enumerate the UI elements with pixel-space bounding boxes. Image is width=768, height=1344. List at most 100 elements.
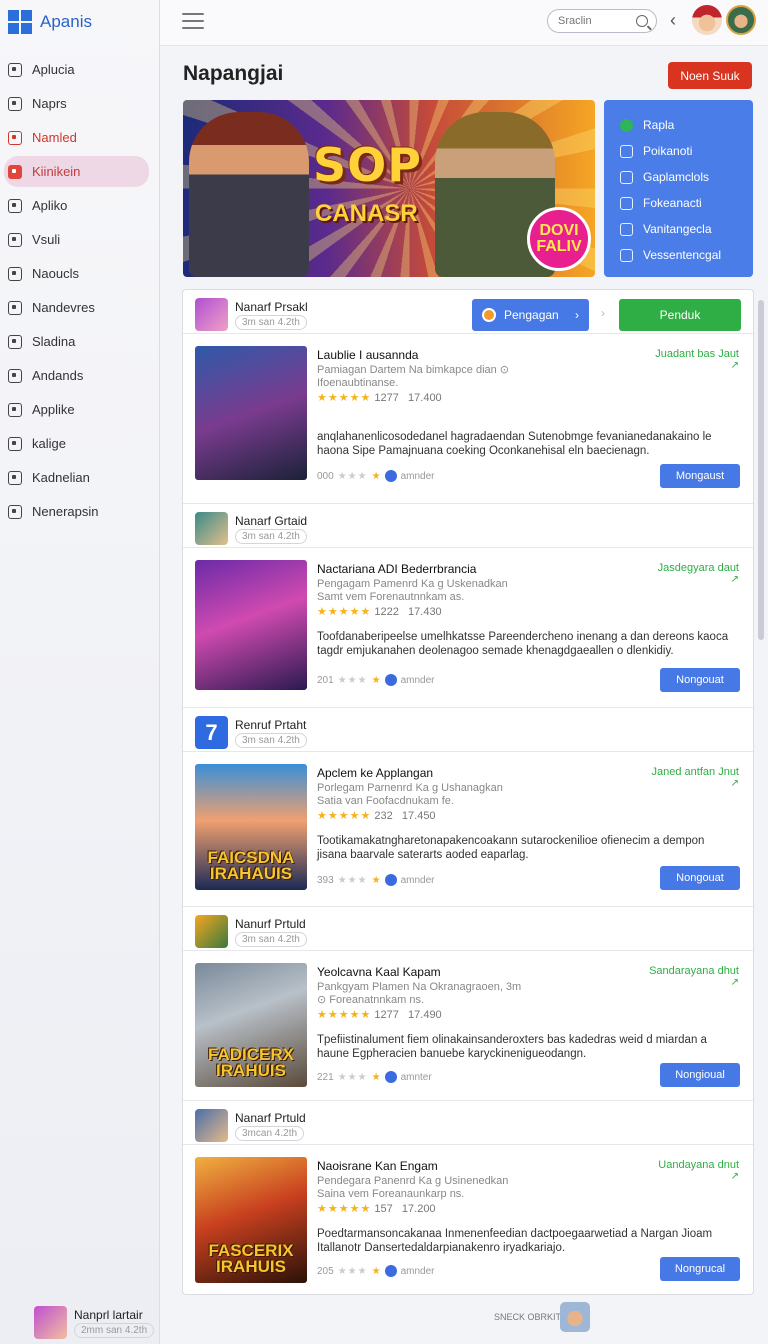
sidebar-item[interactable]: Aplucia xyxy=(4,54,149,85)
filter-label: Vanitangecla xyxy=(643,222,712,236)
group-meta: 3m san 4.2th xyxy=(235,733,307,748)
game-thumbnail[interactable] xyxy=(195,560,307,690)
group-meta: 3m san 4.2th xyxy=(235,932,307,947)
filter-item[interactable]: Gaplamclols xyxy=(620,164,753,190)
chevron-right-icon: › xyxy=(601,306,605,320)
card-action-button[interactable]: Nongouat xyxy=(660,668,740,692)
filter-item[interactable]: Fokeanacti xyxy=(620,190,753,216)
card-subtitle: Porlegam Parnenrd Ka g Ushanagkan Satia … xyxy=(317,782,503,807)
sidebar-item[interactable]: Naoucls xyxy=(4,258,149,289)
user-avatar[interactable] xyxy=(726,5,756,35)
search-icon[interactable] xyxy=(636,15,648,27)
game-thumbnail[interactable]: FASCERIX IRAHUIS xyxy=(195,1157,307,1283)
thumbnail-caption: FADICERX IRAHUIS xyxy=(208,1045,294,1080)
group-avatar[interactable] xyxy=(195,298,228,331)
sidebar-item[interactable]: Apliko xyxy=(4,190,149,221)
brand[interactable]: Apanis xyxy=(0,0,159,44)
star-rating-icon: ★★★★★ xyxy=(317,1009,372,1021)
sidebar-item[interactable]: Nandevres xyxy=(4,292,149,323)
hero-subtitle: CANASR xyxy=(315,200,418,227)
game-thumbnail[interactable]: FADICERX IRAHUIS xyxy=(195,963,307,1087)
sidebar-item[interactable]: Kadnelian xyxy=(4,462,149,493)
group-header: 7 Renruf Prtaht 3m san 4.2th xyxy=(183,708,753,752)
scrollbar[interactable] xyxy=(758,300,764,640)
hero-banner[interactable]: SOP CANASR DOVI FALIV xyxy=(183,100,595,277)
menu-icon[interactable] xyxy=(182,13,204,29)
group-avatar[interactable] xyxy=(195,915,228,948)
game-card[interactable]: Laublie I ausannda Pamiagan Dartem Na bi… xyxy=(183,334,753,504)
sidebar-item[interactable]: Naprs xyxy=(4,88,149,119)
filter-item[interactable]: Poikanoti xyxy=(620,138,753,164)
card-rating: ★★★★★ 232 17.450 xyxy=(317,810,436,822)
sidebar-item-icon xyxy=(8,266,22,281)
card-action-button[interactable]: Nongrucal xyxy=(660,1257,740,1281)
group-name: Nanarf Prsakl xyxy=(235,300,308,314)
card-status: Jasdegyara daut ↗ xyxy=(657,562,739,585)
sidebar-item-icon xyxy=(8,402,22,417)
sidebar-item-icon xyxy=(8,232,22,247)
card-action-button[interactable]: Nongioual xyxy=(660,1063,740,1087)
main-content: Napangjai Noen Suuk SOP CANASR DOVI FALI… xyxy=(160,46,768,1344)
filter-item[interactable]: Vanitangecla xyxy=(620,216,753,242)
primary-button[interactable]: Penduk xyxy=(619,299,741,331)
group-avatar[interactable] xyxy=(34,1306,67,1339)
card-title: Naoisrane Kan Engam xyxy=(317,1159,438,1173)
top-bar: ‹ xyxy=(160,0,768,46)
card-footer: 393 ★★★ ★ amnder xyxy=(317,874,435,886)
card-subtitle: Pendegara Panenrd Ka g Usinenedkan Saina… xyxy=(317,1175,509,1200)
card-footer: 205 ★★★ ★ amnder xyxy=(317,1265,435,1277)
search-box[interactable] xyxy=(547,9,657,33)
game-card[interactable]: Nactariana ADI Bederrbrancia Pengagam Pa… xyxy=(183,548,753,708)
sidebar-item[interactable]: Andands xyxy=(4,360,149,391)
card-status: Sandarayana dhut ↗ xyxy=(649,965,739,988)
game-card[interactable]: FAICSDNA IRAHAUIS Apclem ke Applangan Po… xyxy=(183,752,753,907)
group-avatar[interactable] xyxy=(195,1109,228,1142)
hero-badge: DOVI FALIV xyxy=(527,207,591,271)
filter-item[interactable]: Vessentencgal xyxy=(620,242,753,268)
card-subtitle: Pengagam Pamenrd Ka g Uskenadkan Samt ve… xyxy=(317,578,508,603)
sidebar-item-icon xyxy=(8,198,22,213)
page-title: Napangjai xyxy=(183,62,284,85)
sidebar-item-label: Sladina xyxy=(32,334,76,349)
sidebar-item-label: Nenerapsin xyxy=(32,504,99,519)
sidebar-item-icon xyxy=(8,164,22,179)
filter-item[interactable]: Rapla xyxy=(620,112,753,138)
avatar[interactable] xyxy=(692,5,722,35)
secondary-button[interactable]: Pengagan › xyxy=(472,299,589,331)
sidebar-item[interactable]: Nenerapsin xyxy=(4,496,149,527)
sidebar-item[interactable]: kalige xyxy=(4,428,149,459)
hero-badge-line1: DOVI xyxy=(539,222,579,239)
thumbnail-caption: FASCERIX IRAHUIS xyxy=(208,1241,294,1276)
badge-icon xyxy=(384,1071,397,1083)
sidebar-item[interactable]: Vsuli xyxy=(4,224,149,255)
sidebar-item-label: Applike xyxy=(32,402,75,417)
sidebar-item-active[interactable]: Kiinikein xyxy=(4,156,149,187)
sidebar-item-icon xyxy=(8,470,22,485)
game-card[interactable]: FASCERIX IRAHUIS Naoisrane Kan Engam Pen… xyxy=(183,1145,753,1295)
card-action-button[interactable]: Nongouat xyxy=(660,866,740,890)
chevron-left-icon[interactable]: ‹ xyxy=(670,10,676,31)
badge-icon xyxy=(384,470,397,482)
sidebar-item[interactable]: Sladina xyxy=(4,326,149,357)
trend-up-icon: ↗ xyxy=(730,1171,739,1182)
floating-avatar[interactable] xyxy=(560,1302,590,1332)
cta-button[interactable]: Noen Suuk xyxy=(668,62,752,89)
card-rating: ★★★★★ 1222 17.430 xyxy=(317,606,442,618)
group-name: Nanarf Grtaid xyxy=(235,514,308,528)
search-input[interactable] xyxy=(558,15,628,27)
group-number-badge[interactable]: 7 xyxy=(195,716,228,749)
windows-logo-icon xyxy=(8,10,32,34)
sidebar-item-icon xyxy=(8,300,22,315)
card-title: Yeolcavna Kaal Kapam xyxy=(317,965,441,979)
group-avatar[interactable] xyxy=(195,512,228,545)
hero-character-left xyxy=(189,112,309,277)
game-card[interactable]: FADICERX IRAHUIS Yeolcavna Kaal Kapam Pa… xyxy=(183,951,753,1101)
sidebar-item-icon xyxy=(8,130,22,145)
game-thumbnail[interactable] xyxy=(195,346,307,480)
game-thumbnail[interactable]: FAICSDNA IRAHAUIS xyxy=(195,764,307,890)
card-status: Janed antfan Jnut ↗ xyxy=(651,766,739,789)
sidebar-item[interactable]: Namled xyxy=(4,122,149,153)
card-action-button[interactable]: Mongaust xyxy=(660,464,740,488)
trend-up-icon: ↗ xyxy=(730,977,739,988)
sidebar-item[interactable]: Applike xyxy=(4,394,149,425)
